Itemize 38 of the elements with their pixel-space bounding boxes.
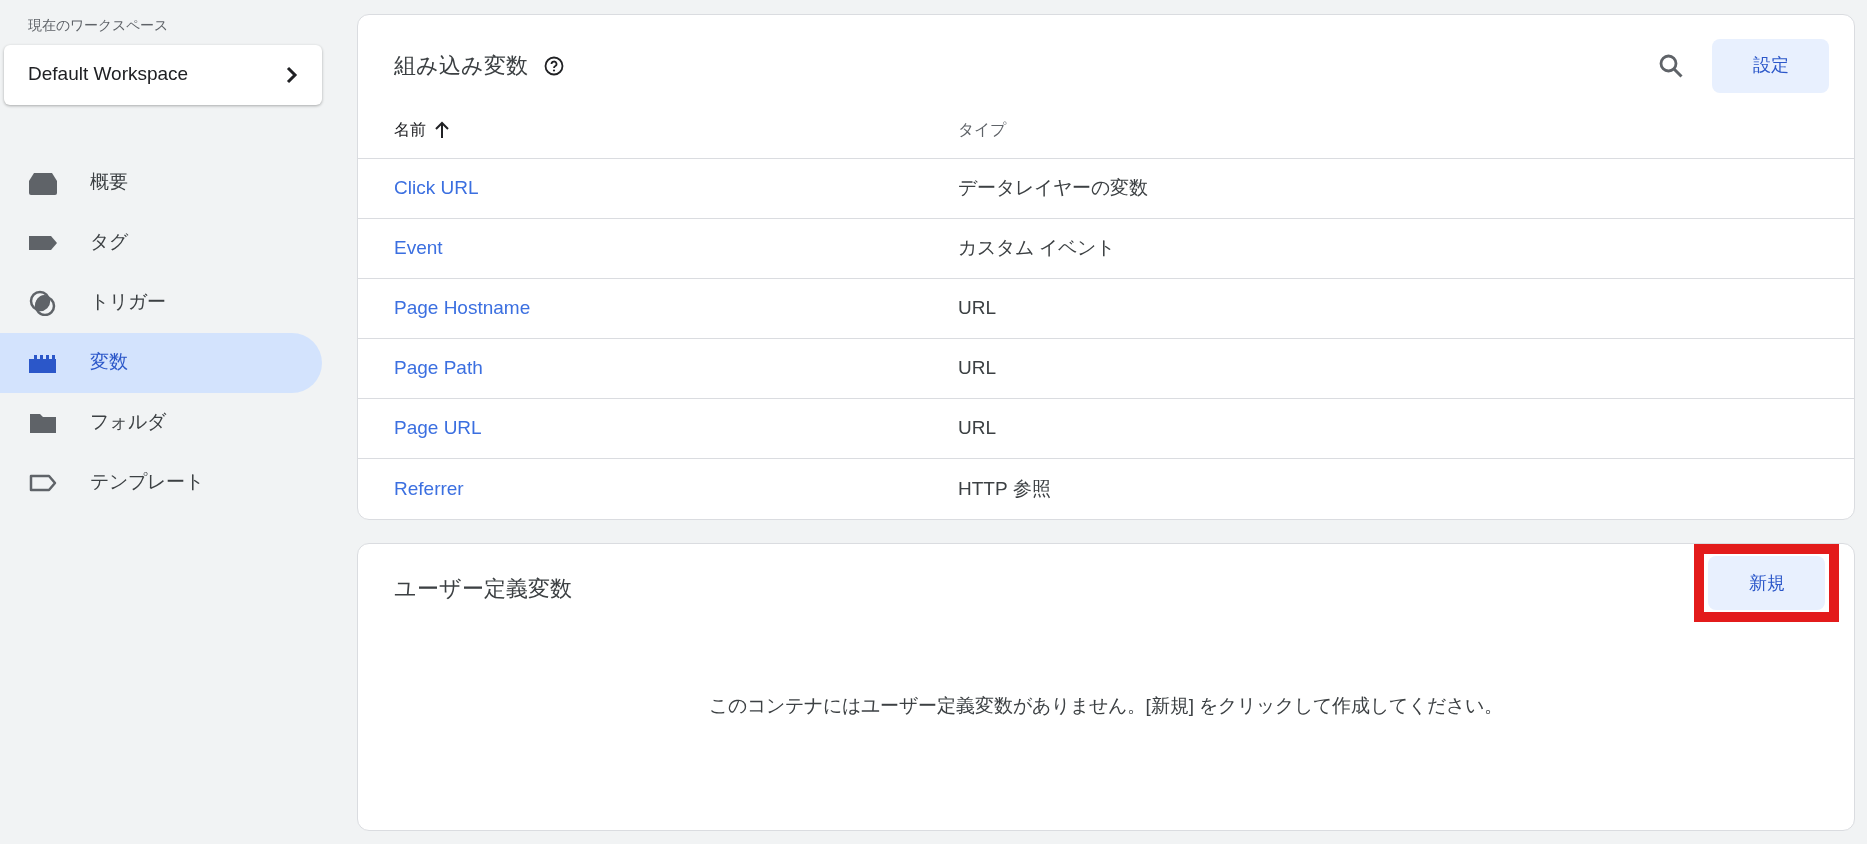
- empty-message: このコンテナにはユーザー定義変数がありません。[新規] をクリックして作成してください。: [708, 695, 1504, 716]
- column-header[interactable]: 名前: [394, 117, 426, 142]
- nav-item[interactable]: 変数: [0, 332, 322, 393]
- nav-label: タグ: [90, 230, 128, 255]
- table-cell-text: データレイヤーの変数: [958, 176, 1148, 201]
- variable-link[interactable]: Page Hostname: [394, 297, 531, 319]
- nav-label: トリガー: [90, 290, 166, 315]
- table-cell-text: URL: [958, 416, 996, 441]
- variable-link[interactable]: Page URL: [394, 417, 482, 439]
- chevron-right-icon: [286, 65, 298, 84]
- variable-link[interactable]: Page Path: [394, 357, 483, 379]
- table-cell-text: HTTP 参照: [958, 476, 1051, 501]
- workspace-label: 現在のワークスペース: [27, 16, 168, 35]
- sort-arrow-icon[interactable]: [434, 120, 450, 139]
- nav-item[interactable]: 概要: [0, 152, 322, 213]
- table-cell-text: URL: [958, 356, 996, 381]
- card-title: 組み込み変数: [394, 52, 528, 80]
- nav-item[interactable]: テンプレート: [0, 452, 322, 513]
- nav-label: テンプレート: [90, 470, 204, 495]
- column-header[interactable]: タイプ: [958, 120, 1006, 138]
- settings-button[interactable]: 設定: [1712, 38, 1829, 93]
- variable-link[interactable]: Event: [394, 237, 443, 259]
- nav-item[interactable]: フォルダ: [0, 392, 322, 453]
- variable-link[interactable]: Click URL: [394, 177, 479, 199]
- card-title: ユーザー定義変数: [394, 575, 572, 603]
- search-icon[interactable]: [1658, 52, 1684, 79]
- nav-item[interactable]: タグ: [0, 212, 322, 273]
- nav-label: フォルダ: [90, 410, 166, 435]
- table-cell-text: カスタム イベント: [958, 236, 1116, 261]
- trigger-icon: [28, 289, 58, 316]
- new-button[interactable]: 新規: [1708, 556, 1825, 610]
- nav-label: 変数: [90, 350, 128, 375]
- variable-link[interactable]: Referrer: [394, 477, 464, 499]
- table-cell-text: URL: [958, 296, 996, 321]
- workspace-selector[interactable]: Default Workspace: [4, 44, 322, 105]
- nav-label: 概要: [90, 170, 128, 195]
- nav-item[interactable]: トリガー: [0, 272, 322, 333]
- help-icon[interactable]: [544, 55, 564, 76]
